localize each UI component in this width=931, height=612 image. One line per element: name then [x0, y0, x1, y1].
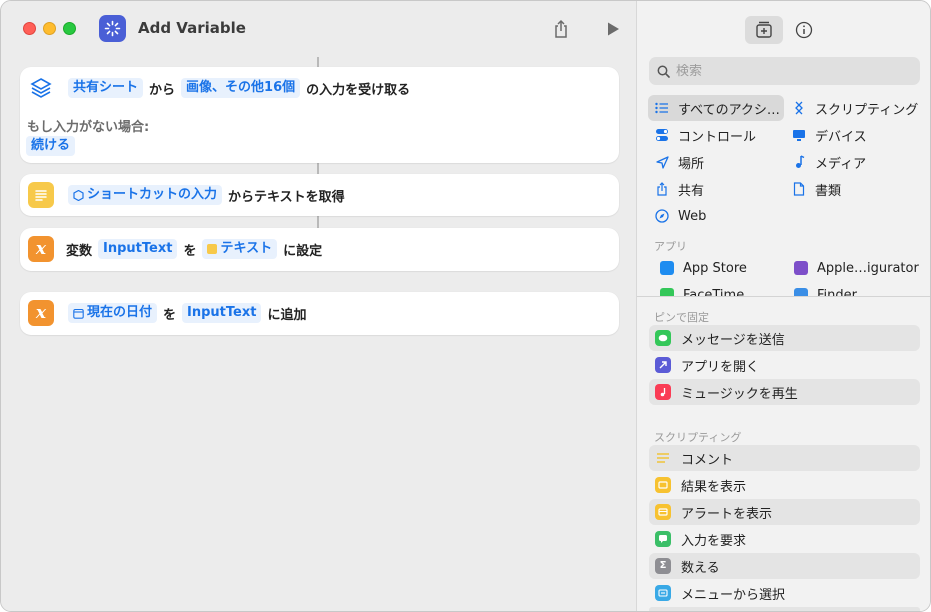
scripting-next-item[interactable] [649, 607, 920, 611]
pinned-section-header: ピンで固定 [654, 311, 709, 324]
action-text: の入力を受け取る [306, 82, 411, 98]
app-store-icon [659, 261, 675, 275]
music-icon [655, 384, 671, 400]
text-icon [28, 182, 54, 208]
details-tab[interactable] [785, 16, 823, 44]
menu-icon [655, 585, 671, 601]
apps-list: App Store Apple…igurator FaceTime Finder [637, 255, 930, 296]
action-receive-input[interactable]: 共有シート から 画像、その他16個 の入力を受け取る もし入力がない場合: 続… [20, 67, 619, 163]
zoom-window-button[interactable] [63, 22, 76, 35]
variable-icon: x [28, 300, 54, 326]
action-text: から [149, 82, 176, 98]
finder-icon [793, 288, 809, 296]
list-icon [654, 102, 670, 114]
display-icon [791, 129, 807, 142]
current-date-token[interactable]: 現在の日付 [68, 303, 158, 323]
share-icon [654, 182, 670, 196]
action-text: に追加 [267, 307, 307, 323]
scripting-show-result[interactable]: 結果を表示 [649, 472, 920, 498]
category-control[interactable]: コントロール [648, 122, 784, 148]
pinned-play-music[interactable]: ミュージックを再生 [649, 379, 920, 405]
action-library-panel: すべてのアクシ… コントロール 場所 共有 Web [636, 1, 930, 611]
close-window-button[interactable] [23, 22, 36, 35]
category-documents[interactable]: 書類 [785, 176, 925, 202]
category-device[interactable]: デバイス [785, 122, 925, 148]
scripting-section-header: スクリプティング [654, 431, 742, 444]
panel-divider [637, 296, 930, 297]
sigma-icon: Σ [655, 558, 671, 574]
play-icon [608, 22, 619, 36]
variable-name-token[interactable]: InputText [98, 239, 178, 259]
info-icon [795, 21, 813, 39]
text-icon [207, 244, 218, 254]
apps-section-header: アプリ [654, 240, 687, 253]
search-input[interactable] [676, 63, 906, 79]
show-result-icon [655, 477, 671, 493]
pinned-send-message[interactable]: メッセージを送信 [649, 325, 920, 351]
window-title: Add Variable [138, 19, 246, 37]
search-icon [657, 65, 670, 78]
category-all-actions[interactable]: すべてのアクシ… [648, 95, 784, 121]
scripting-ask-for-input[interactable]: 入力を要求 [649, 526, 920, 552]
action-text: 変数 [66, 243, 93, 259]
minimize-window-button[interactable] [43, 22, 56, 35]
variable-icon: x [28, 236, 54, 262]
scripting-choose-from-menu[interactable]: メニューから選択 [649, 580, 920, 606]
action-text: からテキストを取得 [228, 189, 345, 205]
no-input-label: もし入力がない場合: [27, 120, 150, 135]
location-arrow-icon [654, 155, 670, 169]
variable-name-token[interactable]: InputText [182, 303, 262, 323]
calendar-icon [73, 308, 84, 319]
action-text: を [163, 307, 177, 323]
ask-input-icon [655, 531, 671, 547]
app-item[interactable]: FaceTime [653, 282, 783, 296]
category-web[interactable]: Web [648, 203, 784, 229]
action-search-field[interactable] [649, 57, 920, 85]
editor-pane: Add Variable 共有シート から 画像、その他16個 の入力を受け取る… [1, 1, 636, 611]
facetime-icon [659, 288, 675, 296]
document-icon [791, 182, 807, 196]
shortcut-icon[interactable] [99, 15, 126, 42]
action-text: に設定 [283, 243, 323, 259]
share-icon [555, 19, 567, 38]
compass-icon [654, 209, 670, 223]
music-note-icon [791, 155, 807, 169]
messages-icon [655, 330, 671, 346]
shortcuts-window: Add Variable 共有シート から 画像、その他16個 の入力を受け取る… [0, 0, 931, 612]
shortcut-input-token[interactable]: ショートカットの入力 [68, 185, 223, 205]
configurator-icon [793, 261, 809, 275]
category-location[interactable]: 場所 [648, 149, 784, 175]
action-add-to-variable[interactable]: x 現在の日付 を InputText に追加 [20, 292, 619, 335]
text-value-token[interactable]: テキスト [202, 239, 278, 259]
alert-icon [655, 504, 671, 520]
category-media[interactable]: メディア [785, 149, 925, 175]
action-text: を [183, 243, 197, 259]
share-button[interactable] [549, 17, 573, 41]
category-scripting[interactable]: スクリプティング [785, 95, 925, 121]
scripting-show-alert[interactable]: アラートを表示 [649, 499, 920, 525]
category-sharing[interactable]: 共有 [648, 176, 784, 202]
open-app-icon [655, 357, 671, 373]
action-library-tab[interactable] [745, 16, 783, 44]
shortcut-input-icon [73, 189, 84, 201]
scripting-count[interactable]: Σ 数える [649, 553, 920, 579]
app-item[interactable]: App Store [653, 255, 783, 281]
title-bar: Add Variable [1, 1, 636, 57]
toggle-icon [654, 128, 670, 142]
run-button[interactable] [601, 17, 625, 41]
no-input-behavior-token[interactable]: 続ける [26, 136, 76, 156]
input-types-token[interactable]: 画像、その他16個 [181, 78, 301, 98]
app-item[interactable]: Apple…igurator [787, 255, 927, 281]
scripting-icon [791, 101, 807, 115]
pinned-open-app[interactable]: アプリを開く [649, 352, 920, 378]
app-item[interactable]: Finder [787, 282, 927, 296]
action-get-text[interactable]: ショートカットの入力 からテキストを取得 [20, 174, 619, 216]
scripting-comment[interactable]: コメント [649, 445, 920, 471]
action-set-variable[interactable]: x 変数 InputText を テキスト に設定 [20, 228, 619, 271]
flow-connector [317, 215, 319, 229]
layers-icon [28, 75, 54, 101]
input-source-token[interactable]: 共有シート [68, 78, 144, 98]
comment-lines-icon [655, 450, 671, 466]
library-icon [756, 21, 772, 38]
